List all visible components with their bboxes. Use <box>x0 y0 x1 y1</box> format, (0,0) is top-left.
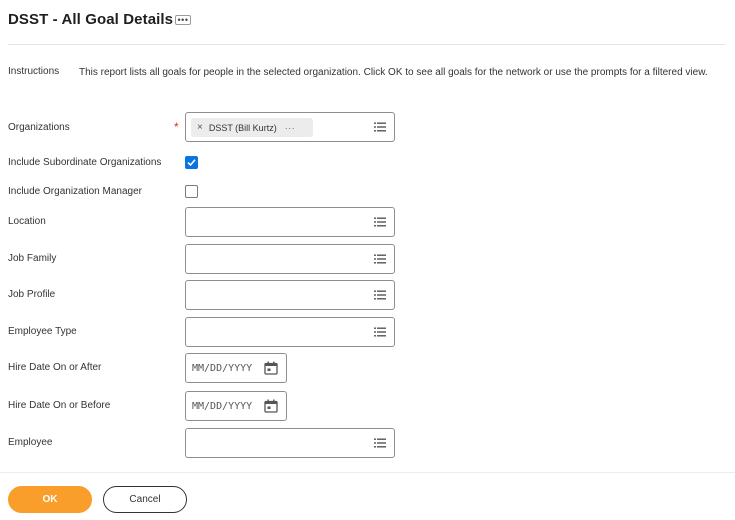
employee-type-prompt[interactable] <box>185 317 395 347</box>
hire-date-before-label: Hire Date On or Before <box>8 400 111 411</box>
include-manager-label: Include Organization Manager <box>8 186 142 197</box>
prompt-list-icon[interactable] <box>374 438 386 449</box>
organizations-label: Organizations <box>8 122 70 133</box>
page-title: DSST - All Goal Details <box>8 11 174 28</box>
job-family-label: Job Family <box>8 253 57 264</box>
job-family-prompt[interactable] <box>185 244 395 274</box>
selected-organization-text: DSST (Bill Kurtz) <box>208 122 277 133</box>
job-profile-label: Job Profile <box>8 289 56 300</box>
hire-date-after-label: Hire Date On or After <box>8 362 102 373</box>
footer-divider <box>0 472 735 473</box>
hire-date-before-input[interactable]: MM/DD/YYYY <box>185 391 287 421</box>
calendar-icon[interactable] <box>264 361 278 375</box>
cancel-button[interactable]: Cancel <box>103 486 187 513</box>
prompt-list-icon[interactable] <box>374 290 386 301</box>
calendar-icon[interactable] <box>264 399 278 413</box>
organizations-prompt[interactable]: × DSST (Bill Kurtz) ··· <box>185 112 395 142</box>
ellipsis-icon: ••• <box>177 15 189 25</box>
checkmark-icon <box>187 159 196 167</box>
pill-more-icon[interactable]: ··· <box>285 123 296 133</box>
date-placeholder: MM/DD/YYYY <box>192 363 253 374</box>
prompt-list-icon[interactable] <box>374 122 386 133</box>
instructions-text: This report lists all goals for people i… <box>79 67 708 78</box>
remove-icon[interactable]: × <box>197 122 203 133</box>
job-profile-prompt[interactable] <box>185 280 395 310</box>
date-placeholder: MM/DD/YYYY <box>192 401 253 412</box>
include-manager-checkbox[interactable] <box>185 185 198 198</box>
include-subordinate-label: Include Subordinate Organizations <box>8 157 162 168</box>
employee-type-label: Employee Type <box>8 326 77 337</box>
include-subordinate-checkbox[interactable] <box>185 156 198 169</box>
required-indicator: * <box>174 120 179 134</box>
hire-date-after-input[interactable]: MM/DD/YYYY <box>185 353 287 383</box>
instructions-label: Instructions <box>8 66 60 77</box>
selected-organization-pill[interactable]: × DSST (Bill Kurtz) ··· <box>191 118 313 137</box>
prompt-list-icon[interactable] <box>374 217 386 228</box>
prompt-list-icon[interactable] <box>374 254 386 265</box>
ok-button[interactable]: OK <box>8 486 92 513</box>
employee-prompt[interactable] <box>185 428 395 458</box>
related-actions-button[interactable]: ••• <box>175 15 191 25</box>
employee-label: Employee <box>8 437 53 448</box>
location-label: Location <box>8 216 46 227</box>
location-prompt[interactable] <box>185 207 395 237</box>
header-divider <box>8 44 725 45</box>
prompt-list-icon[interactable] <box>374 327 386 338</box>
